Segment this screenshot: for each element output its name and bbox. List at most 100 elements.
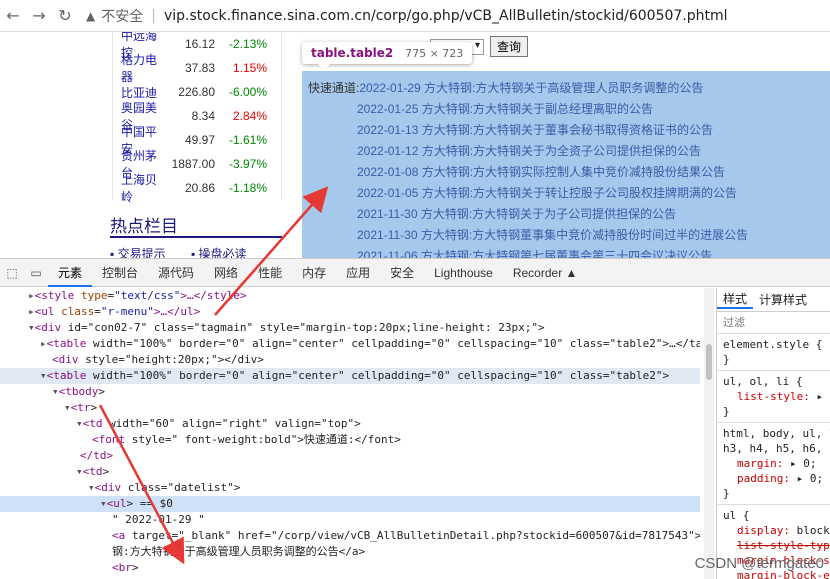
devtools-tab[interactable]: 网络: [204, 259, 248, 287]
expand-toggle-icon[interactable]: ▾: [76, 465, 83, 478]
devtools-tab[interactable]: 元素: [48, 259, 93, 287]
dom-node-line[interactable]: ▾<ul> == $0: [0, 496, 700, 512]
dom-node-line[interactable]: ▸<ul class="r-menu">…</ul>: [0, 304, 700, 320]
dom-node-line[interactable]: ▾<tr>: [0, 400, 700, 416]
rule-selector: element.style {: [723, 338, 823, 351]
query-button[interactable]: 查询: [490, 36, 529, 57]
rule-val: ▸ 0;: [796, 472, 824, 485]
rule-prop-struck: list-style-type: [737, 539, 830, 552]
scrollbar-thumb[interactable]: [706, 344, 712, 380]
news-link[interactable]: 2022-01-29 方大特钢:方大特钢关于高级管理人员职务调整的公告: [359, 81, 703, 95]
news-link[interactable]: 2021-11-06 方大特钢:方大特钢第七届董事会第三十四会议决议公告: [357, 249, 712, 258]
stock-list: 中远海控 16.12 -2.13% 格力电器 37.83 1.15% 比亚迪 226.80 -6…: [112, 32, 282, 204]
back-icon[interactable]: ←: [0, 3, 26, 29]
expand-toggle-icon[interactable]: ▾: [52, 385, 59, 398]
warning-icon: ▲: [86, 8, 96, 23]
rule-element-style: element.style { }: [717, 334, 830, 371]
styles-filter[interactable]: 过滤: [717, 312, 830, 334]
devtools-tab[interactable]: 应用: [336, 259, 380, 287]
news-item[interactable]: 2022-01-08 方大特钢:方大特钢实际控制人集中竞价减持股份结果公告: [357, 163, 725, 180]
hot-links: ▪ 交易提示 ▪ 操盘必读: [110, 245, 269, 258]
rule-selector: ul, ol, li {: [723, 375, 803, 388]
stock-change: -6.00%: [228, 85, 267, 99]
devtools-tab[interactable]: Lighthouse: [424, 259, 503, 287]
link-must-read[interactable]: ▪ 操盘必读: [191, 247, 247, 258]
styles-pane: 样式 计算样式 过滤 element.style { } ul, ol, li {…: [716, 288, 830, 579]
watermark: CSDN @termgate0: [694, 555, 824, 572]
dom-node-line[interactable]: </td>: [0, 448, 700, 464]
news-link[interactable]: 2022-01-25 方大特钢:方大特钢关于副总经理离职的公告: [357, 102, 653, 116]
rule-close: }: [723, 353, 730, 366]
rule-prop: padding:: [737, 472, 790, 485]
dom-node-line[interactable]: <font style=" font-weight:bold">快速通道:</f…: [0, 432, 700, 448]
address-bar[interactable]: ▲ 不安全 | vip.stock.finance.sina.com.cn/co…: [86, 6, 728, 26]
news-link[interactable]: 2021-11-30 方大特钢:方大特钢董事集中竞价减持股份时间过半的进展公告: [357, 228, 748, 242]
browser-toolbar: ← → ↻ ▲ 不安全 | vip.stock.finance.sina.com…: [0, 0, 830, 32]
dom-node-line[interactable]: <div style="height:20px;"></div>: [0, 352, 700, 368]
dom-node-line[interactable]: 钢:方大特钢关于高级管理人员职务调整的公告</a>: [0, 544, 700, 560]
stock-change: -2.13%: [228, 37, 267, 51]
news-item[interactable]: 2021-11-30 方大特钢:方大特钢董事集中竞价减持股份时间过半的进展公告: [357, 226, 748, 243]
rule-prop: list-style:: [737, 390, 810, 403]
devtools-tab[interactable]: 内存: [292, 259, 336, 287]
expand-toggle-icon[interactable]: ▾: [76, 417, 83, 430]
insecure-label: 不安全: [101, 8, 144, 25]
hot-section-title: 热点栏目: [110, 217, 178, 236]
expand-toggle-icon[interactable]: ▾: [100, 497, 107, 510]
devtools-tab[interactable]: 安全: [380, 259, 424, 287]
dom-node-line[interactable]: ▸<style type="text/css">…</style>: [0, 288, 700, 304]
rule-selector: html, body, ul, li: [723, 427, 830, 440]
expand-toggle-icon[interactable]: ▾: [64, 401, 71, 414]
dom-node-line[interactable]: ▾<div class="datelist">: [0, 480, 700, 496]
rule-val: ▸ 0;: [789, 457, 817, 470]
news-item[interactable]: 2022-01-05 方大特钢:方大特钢关于转让控股子公司股权挂牌期满的公告: [357, 184, 737, 201]
link-trade-tips[interactable]: ▪ 交易提示: [110, 247, 166, 258]
expand-toggle-icon[interactable]: ▸: [40, 337, 47, 350]
expand-toggle-icon[interactable]: ▾: [28, 321, 35, 334]
dom-node-line[interactable]: ▸<table width="100%" border="0" align="c…: [0, 336, 700, 352]
dom-node-line[interactable]: ▾<table width="100%" border="0" align="c…: [0, 368, 700, 384]
stock-name[interactable]: 比亚迪: [113, 84, 163, 101]
news-item[interactable]: 快速通道:2022-01-29 方大特钢:方大特钢关于高级管理人员职务调整的公告: [308, 79, 703, 96]
news-link[interactable]: 2022-01-05 方大特钢:方大特钢关于转让控股子公司股权挂牌期满的公告: [357, 186, 737, 200]
news-item[interactable]: 2021-11-30 方大特钢:方大特钢关于为子公司提供担保的公告: [357, 205, 676, 222]
dom-node-line[interactable]: ▾<td>: [0, 464, 700, 480]
news-link[interactable]: 2022-01-12 方大特钢:方大特钢关于为全资子公司提供担保的公告: [357, 144, 701, 158]
devtools-tab[interactable]: 控制台: [92, 259, 148, 287]
reload-icon[interactable]: ↻: [52, 3, 78, 29]
rule-val: ▸ no: [816, 390, 830, 403]
forward-icon[interactable]: →: [26, 3, 52, 29]
dom-node-line[interactable]: ▾<td width="60" align="right" valign="to…: [0, 416, 700, 432]
news-item[interactable]: 2022-01-12 方大特钢:方大特钢关于为全资子公司提供担保的公告: [357, 142, 701, 159]
dom-node-line[interactable]: ▾<tbody>: [0, 384, 700, 400]
devtools-tabbar: ⬚ ▭ 元素 控制台 源代码 网络 性能 内存 应用 安全 Lighthouse Recorder…: [0, 259, 830, 287]
device-icon[interactable]: ▭: [24, 266, 48, 280]
news-item[interactable]: 2021-11-06 方大特钢:方大特钢第七届董事会第三十四会议决议公告: [357, 247, 712, 258]
elements-scrollbar[interactable]: [704, 288, 714, 579]
news-item[interactable]: 2022-01-25 方大特钢:方大特钢关于副总经理离职的公告: [357, 100, 653, 117]
devtools-tab[interactable]: 源代码: [148, 259, 204, 287]
devtools-tab[interactable]: Recorder ▲: [503, 259, 588, 287]
expand-toggle-icon[interactable]: ▸: [28, 305, 35, 318]
dom-node-line[interactable]: <br>: [0, 560, 700, 576]
inspect-icon[interactable]: ⬚: [0, 266, 24, 280]
dom-node-line[interactable]: <a target="_blank" href="/corp/view/vCB_…: [0, 528, 700, 544]
devtools-tab[interactable]: 性能: [248, 259, 292, 287]
dom-node-line[interactable]: ▾<div id="con02-7" class="tagmain" style…: [0, 320, 700, 336]
news-link[interactable]: 2022-01-08 方大特钢:方大特钢实际控制人集中竞价减持股份结果公告: [357, 165, 725, 179]
styles-tab[interactable]: 计算样式: [753, 291, 813, 308]
news-link[interactable]: 2022-01-13 方大特钢:方大特钢关于董事会秘书取得资格证书的公告: [357, 123, 713, 137]
stock-change: 2.84%: [232, 109, 267, 123]
expand-toggle-icon[interactable]: ▾: [40, 369, 47, 382]
styles-tab[interactable]: 样式: [717, 290, 754, 309]
dom-node-line[interactable]: " 2022-01-29 ": [0, 512, 700, 528]
news-item[interactable]: 2022-01-13 方大特钢:方大特钢关于董事会秘书取得资格证书的公告: [357, 121, 713, 138]
stock-price: 49.97: [184, 133, 215, 147]
stock-name[interactable]: 上海贝岭: [113, 171, 163, 205]
stock-row: 上海贝岭 20.86 -1.18%: [113, 173, 281, 204]
expand-toggle-icon[interactable]: ▾: [88, 481, 95, 494]
news-link[interactable]: 2021-11-30 方大特钢:方大特钢关于为子公司提供担保的公告: [357, 207, 676, 221]
url-text: vip.stock.finance.sina.com.cn/corp/go.ph…: [163, 7, 728, 24]
stock-name[interactable]: 格力电器: [113, 51, 163, 85]
expand-toggle-icon[interactable]: ▸: [28, 289, 35, 302]
